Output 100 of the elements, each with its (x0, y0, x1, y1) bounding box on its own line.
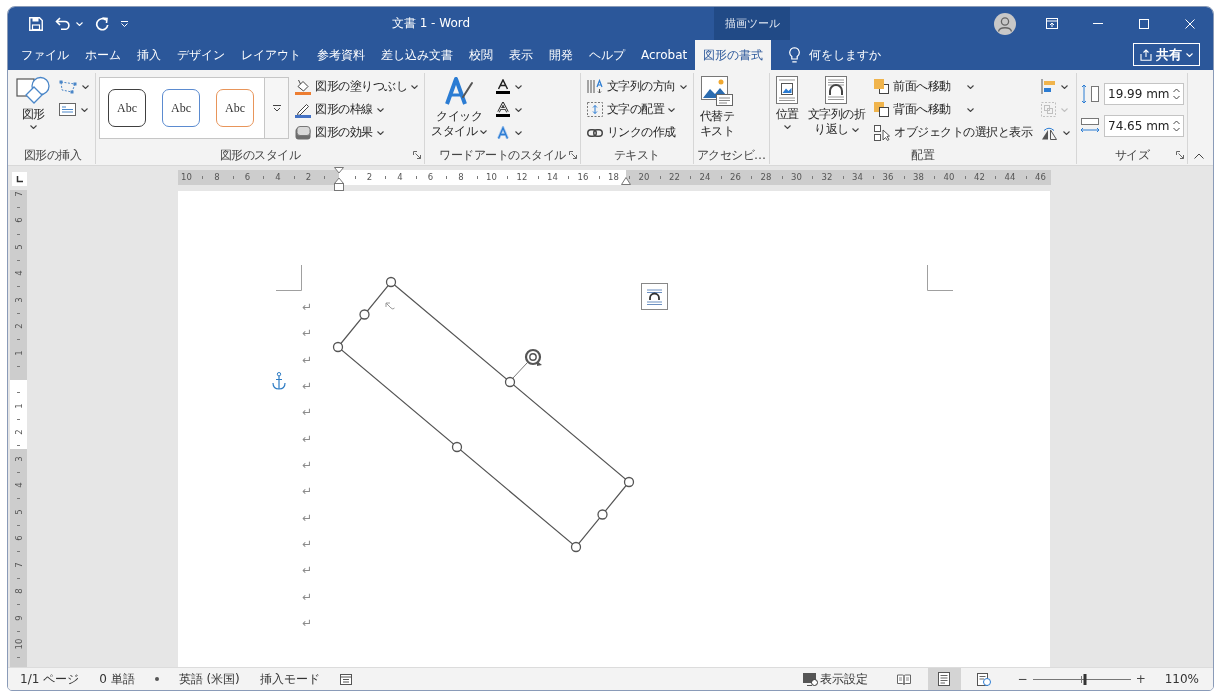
dialog-launcher-icon[interactable] (413, 151, 421, 159)
group-label: アクセシビ… (696, 146, 766, 164)
resize-handle[interactable] (570, 541, 582, 553)
resize-handle[interactable] (504, 376, 516, 388)
word-count[interactable]: 0 単語 (99, 670, 135, 688)
ribbon-tab[interactable]: 挿入 (129, 40, 169, 70)
ruler-label: 1 (12, 401, 25, 411)
rotate-icon[interactable] (1041, 125, 1058, 140)
ribbon-tab[interactable]: デザイン (169, 40, 233, 70)
rotate-handle[interactable] (512, 348, 542, 379)
ribbon-command[interactable]: 図形の効果 (292, 121, 421, 144)
view-button[interactable] (927, 668, 961, 690)
dialog-launcher-icon[interactable] (568, 151, 577, 159)
ribbon-tab[interactable]: 図形の書式 (695, 40, 772, 70)
position-button[interactable]: 位置 (772, 75, 802, 130)
text-outline-icon[interactable] (496, 102, 510, 117)
shapes-button[interactable]: 図形 (13, 75, 53, 130)
text-fill-icon[interactable] (496, 79, 510, 94)
spinner-icon[interactable] (1173, 88, 1180, 100)
ribbon-command[interactable]: 図形の枠線 (292, 98, 421, 121)
group-label: 図形の挿入 (23, 146, 82, 164)
paragraph-mark: ↵ (302, 325, 313, 343)
ribbon-command[interactable]: 前面へ移動 (871, 75, 1035, 98)
ribbon-command[interactable]: 文字の配置 (583, 98, 690, 121)
undo-icon[interactable] (55, 17, 71, 30)
save-icon[interactable] (29, 16, 43, 31)
ruler-label: 14 (547, 171, 558, 184)
zoom-slider-thumb[interactable] (1083, 673, 1087, 685)
layout-options-icon[interactable] (641, 283, 668, 310)
resize-handle[interactable] (332, 341, 344, 353)
ribbon-tab[interactable]: 差し込み文書 (373, 40, 461, 70)
page-count[interactable]: 1/1 ページ (20, 670, 80, 688)
style-sample[interactable]: Abc (162, 89, 200, 127)
resize-handle[interactable] (623, 476, 635, 488)
customize-icon[interactable] (121, 20, 128, 27)
caret-icon (81, 107, 88, 112)
avatar-icon[interactable] (994, 12, 1016, 35)
resize-handle[interactable] (359, 309, 370, 320)
ribbon-command[interactable]: リンクの作成 (583, 121, 690, 144)
ruler-label: 26 (730, 171, 741, 184)
dialog-launcher-icon[interactable] (1176, 151, 1184, 159)
wrap-text-button[interactable]: 文字列の折 り返し (804, 75, 868, 138)
caret-icon (1063, 130, 1070, 135)
tab-stop-icon[interactable] (12, 172, 27, 186)
text-box-icon[interactable] (59, 103, 76, 116)
ribbon-tab[interactable]: レイアウト (233, 40, 309, 70)
ruler-label: 5 (12, 242, 25, 252)
tell-me-field[interactable]: 何をしますか (809, 48, 904, 62)
language-status[interactable]: 英語 (米国) (178, 670, 240, 688)
window-title: 文書 1 - Word (391, 15, 471, 32)
collapse-ribbon-icon[interactable] (1194, 153, 1204, 159)
maximize-icon[interactable] (1139, 18, 1149, 29)
ribbon-command[interactable]: 背面へ移動 (871, 98, 1035, 121)
input-mode[interactable]: 挿入モード (259, 670, 320, 688)
close-icon[interactable] (1185, 18, 1195, 29)
ruler-label: 4 (12, 481, 25, 490)
quick-styles-button[interactable]: クイック スタイル (428, 75, 490, 140)
spinner-icon[interactable] (1173, 120, 1180, 132)
zoom-out-button[interactable]: − (1017, 672, 1028, 686)
height-field[interactable]: 19.99 mm (1104, 83, 1184, 105)
group-label: ワードアートのスタイル (439, 146, 566, 164)
ruler-label: 5 (12, 507, 25, 517)
style-sample[interactable]: Abc (108, 89, 146, 127)
ruler-label: 2 (366, 171, 373, 184)
share-button[interactable]: 共有 (1133, 43, 1200, 66)
ribbon-command[interactable]: 文字列の方向 (583, 75, 690, 98)
redo-icon[interactable] (95, 16, 109, 31)
ruler-label: 32 (821, 171, 833, 184)
resize-handle[interactable] (451, 441, 463, 453)
width-field[interactable]: 74.65 mm (1104, 115, 1184, 137)
edit-shape-icon[interactable] (59, 79, 77, 94)
ribbon-command[interactable]: 図形の塗りつぶし (292, 75, 421, 98)
ribbon-display-options-icon[interactable] (1046, 18, 1058, 29)
ribbon-tab[interactable]: 校閲 (461, 40, 501, 70)
ribbon-tab[interactable]: 開発 (541, 40, 581, 70)
ribbon-tab[interactable]: ヘルプ (581, 40, 633, 70)
ribbon-tab[interactable]: ファイル (13, 40, 77, 70)
indent-marker-icon[interactable] (334, 167, 344, 191)
zoom-level[interactable]: 110% (1164, 672, 1199, 686)
document-grid-icon[interactable] (339, 673, 352, 685)
position-icon (776, 76, 798, 104)
ribbon-tab[interactable]: 表示 (501, 40, 541, 70)
zoom-in-button[interactable]: + (1135, 672, 1146, 686)
display-settings-button[interactable]: 表示設定 (800, 668, 870, 690)
resize-handle[interactable] (597, 509, 608, 520)
ribbon-tab[interactable]: ホーム (77, 40, 129, 70)
ribbon-tab[interactable]: Acrobat (633, 40, 696, 70)
ruler-label: 9 (12, 613, 25, 623)
ruler-label: 3 (12, 295, 25, 305)
alt-text-button[interactable]: 代替テ キスト (696, 75, 737, 140)
ruler-label: 4 (397, 171, 403, 184)
shape-width-icon (1080, 118, 1100, 134)
align-icon[interactable] (1041, 79, 1056, 94)
text-effects-icon[interactable] (496, 125, 510, 140)
ribbon-command[interactable]: オブジェクトの選択と表示 (871, 121, 1035, 144)
ruler-label: 24 (699, 171, 711, 184)
ribbon-tab[interactable]: 参考資料 (309, 40, 373, 70)
resize-handle[interactable] (385, 276, 397, 288)
ruler-label: 6 (244, 171, 251, 184)
style-sample[interactable]: Abc (216, 89, 254, 127)
